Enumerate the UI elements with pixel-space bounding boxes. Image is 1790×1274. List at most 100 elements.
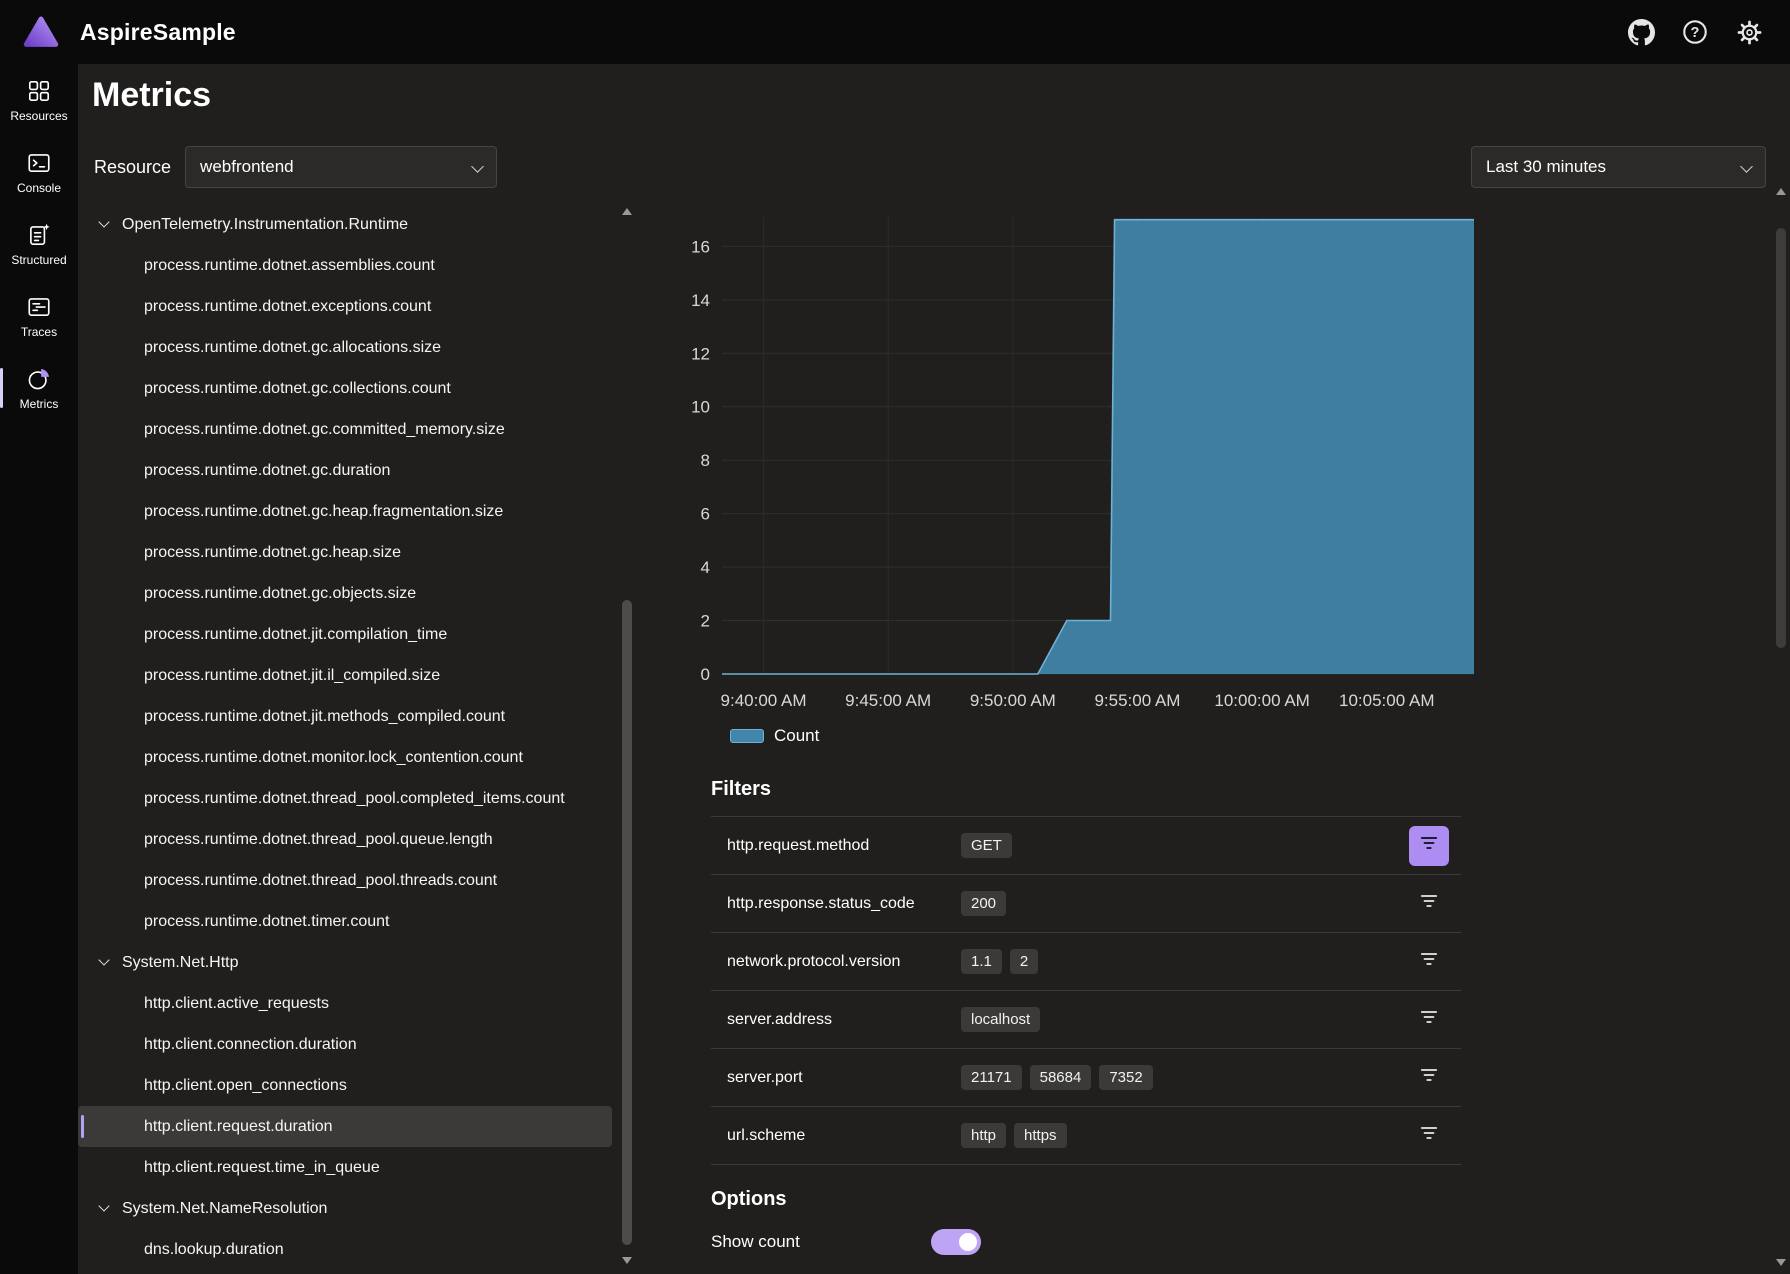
sidebar-item-traces[interactable]: Traces (0, 280, 78, 352)
metrics-tree: OpenTelemetry.Instrumentation.Runtime pro… (78, 204, 612, 1274)
legend-label: Count (774, 726, 819, 746)
chevron-down-icon (98, 216, 109, 227)
scroll-up-arrow-icon[interactable] (622, 208, 632, 215)
filter-values: 200 (961, 891, 1409, 916)
svg-text:?: ? (1691, 25, 1700, 41)
svg-text:16: 16 (691, 237, 710, 256)
filter-button[interactable] (1409, 1000, 1449, 1040)
tree-item-process.runtime.dotnet.jit.compilation_time[interactable]: process.runtime.dotnet.jit.compilation_t… (78, 614, 612, 655)
tree-item-process.runtime.dotnet.gc.duration[interactable]: process.runtime.dotnet.gc.duration (78, 450, 612, 491)
filter-label: server.port (711, 1069, 961, 1087)
tree-item-label: process.runtime.dotnet.jit.compilation_t… (144, 626, 447, 644)
legend-swatch (730, 729, 764, 743)
tree-group-OpenTelemetry.Instrumentation.Runtime[interactable]: OpenTelemetry.Instrumentation.Runtime (78, 204, 612, 245)
filter-row-http.request.method: http.request.methodGET (711, 817, 1461, 875)
tree-item-label: process.runtime.dotnet.gc.objects.size (144, 585, 416, 603)
svg-text:14: 14 (691, 291, 710, 310)
filter-button[interactable] (1409, 1058, 1449, 1098)
tree-item-label: System.Net.Http (122, 954, 238, 972)
tree-item-process.runtime.dotnet.jit.il_compiled.size[interactable]: process.runtime.dotnet.jit.il_compiled.s… (78, 655, 612, 696)
tree-item-label: http.client.open_connections (144, 1077, 347, 1095)
scroll-up-arrow-icon[interactable] (1776, 188, 1786, 195)
tree-item-process.runtime.dotnet.thread_pool.threads.count[interactable]: process.runtime.dotnet.thread_pool.threa… (78, 860, 612, 901)
app-title: AspireSample (80, 19, 236, 46)
tree-group-System.Net.Http[interactable]: System.Net.Http (78, 942, 612, 983)
svg-text:0: 0 (701, 665, 710, 684)
tree-item-process.runtime.dotnet.gc.allocations.size[interactable]: process.runtime.dotnet.gc.allocations.si… (78, 327, 612, 368)
filter-button[interactable] (1409, 942, 1449, 982)
toggle-knob (959, 1233, 977, 1251)
tree-item-http.client.request.time_in_queue[interactable]: http.client.request.time_in_queue (78, 1147, 612, 1188)
help-icon[interactable]: ? (1674, 11, 1716, 53)
show-count-label: Show count (711, 1232, 931, 1252)
resources-icon (26, 78, 52, 104)
console-icon (26, 150, 52, 176)
tree-item-process.runtime.dotnet.timer.count[interactable]: process.runtime.dotnet.timer.count (78, 901, 612, 942)
sidebar: ResourcesConsoleStructured Traces Metrics (0, 64, 78, 1274)
structured-icon (26, 222, 52, 248)
tree-group-System.Net.NameResolution[interactable]: System.Net.NameResolution (78, 1188, 612, 1229)
page-scrollbar[interactable] (1772, 184, 1790, 1270)
tree-scrollbar-thumb[interactable] (622, 600, 632, 1245)
metrics-icon (26, 366, 52, 392)
sidebar-item-console[interactable]: Console (0, 136, 78, 208)
tree-item-process.runtime.dotnet.gc.heap.fragmentation.size[interactable]: process.runtime.dotnet.gc.heap.fragmenta… (78, 491, 612, 532)
show-count-row: Show count (711, 1224, 1131, 1260)
resource-select[interactable]: webfrontend (185, 146, 497, 188)
filter-button[interactable] (1409, 884, 1449, 924)
filter-values: GET (961, 833, 1409, 858)
tree-item-label: process.runtime.dotnet.thread_pool.queue… (144, 831, 493, 849)
tree-item-label: process.runtime.dotnet.exceptions.count (144, 298, 431, 316)
tree-item-http.client.active_requests[interactable]: http.client.active_requests (78, 983, 612, 1024)
tree-item-label: process.runtime.dotnet.jit.methods_compi… (144, 708, 505, 726)
tree-item-label: process.runtime.dotnet.gc.committed_memo… (144, 421, 505, 439)
scroll-down-arrow-icon[interactable] (1776, 1259, 1786, 1266)
svg-text:12: 12 (691, 344, 710, 363)
filter-value-badge: 21171 (961, 1065, 1022, 1090)
filter-value-badge: 2 (1010, 949, 1038, 974)
filter-row-server.address: server.addresslocalhost (711, 991, 1461, 1049)
filter-label: network.protocol.version (711, 953, 961, 971)
tree-item-process.runtime.dotnet.exceptions.count[interactable]: process.runtime.dotnet.exceptions.count (78, 286, 612, 327)
sidebar-item-resources[interactable]: Resources (0, 64, 78, 136)
tree-item-process.runtime.dotnet.thread_pool.completed_items.count[interactable]: process.runtime.dotnet.thread_pool.compl… (78, 778, 612, 819)
time-range-select[interactable]: Last 30 minutes (1471, 146, 1766, 188)
show-count-toggle[interactable] (931, 1229, 981, 1255)
svg-text:9:55:00 AM: 9:55:00 AM (1094, 691, 1180, 710)
tree-item-process.runtime.dotnet.monitor.lock_contention.count[interactable]: process.runtime.dotnet.monitor.lock_cont… (78, 737, 612, 778)
settings-icon[interactable] (1728, 11, 1770, 53)
resource-select-value: webfrontend (200, 157, 294, 177)
tree-scrollbar[interactable] (618, 204, 636, 1268)
tree-item-process.runtime.dotnet.gc.heap.size[interactable]: process.runtime.dotnet.gc.heap.size (78, 532, 612, 573)
tree-item-process.runtime.dotnet.gc.objects.size[interactable]: process.runtime.dotnet.gc.objects.size (78, 573, 612, 614)
tree-item-dns.lookup.duration[interactable]: dns.lookup.duration (78, 1229, 612, 1270)
filter-icon (1418, 948, 1440, 975)
sidebar-item-structured[interactable]: Structured (0, 208, 78, 280)
sidebar-item-label: Traces (21, 325, 57, 339)
tree-item-http.client.connection.duration[interactable]: http.client.connection.duration (78, 1024, 612, 1065)
svg-text:10:05:00 AM: 10:05:00 AM (1339, 691, 1434, 710)
tree-item-process.runtime.dotnet.jit.methods_compiled.count[interactable]: process.runtime.dotnet.jit.methods_compi… (78, 696, 612, 737)
page-title: Metrics (92, 76, 211, 115)
options-title: Options (711, 1188, 787, 1211)
tree-item-label: process.runtime.dotnet.assemblies.count (144, 257, 435, 275)
tree-item-process.runtime.dotnet.assemblies.count[interactable]: process.runtime.dotnet.assemblies.count (78, 245, 612, 286)
filter-values: localhost (961, 1007, 1409, 1032)
sidebar-item-metrics[interactable]: Metrics (0, 352, 78, 424)
scroll-down-arrow-icon[interactable] (622, 1257, 632, 1264)
filter-button[interactable] (1409, 1116, 1449, 1156)
tree-item-process.runtime.dotnet.gc.committed_memory.size[interactable]: process.runtime.dotnet.gc.committed_memo… (78, 409, 612, 450)
tree-item-http.client.open_connections[interactable]: http.client.open_connections (78, 1065, 612, 1106)
filter-values: httphttps (961, 1123, 1409, 1148)
tree-item-label: process.runtime.dotnet.thread_pool.compl… (144, 790, 565, 808)
tree-item-process.runtime.dotnet.thread_pool.queue.length[interactable]: process.runtime.dotnet.thread_pool.queue… (78, 819, 612, 860)
svg-text:8: 8 (701, 451, 710, 470)
filter-button[interactable] (1409, 826, 1449, 866)
tree-item-http.client.request.duration[interactable]: http.client.request.duration (78, 1106, 612, 1147)
filter-value-badge: 200 (961, 891, 1006, 916)
tree-item-process.runtime.dotnet.gc.collections.count[interactable]: process.runtime.dotnet.gc.collections.co… (78, 368, 612, 409)
svg-text:9:45:00 AM: 9:45:00 AM (845, 691, 931, 710)
github-icon[interactable] (1620, 11, 1662, 53)
filter-row-url.scheme: url.schemehttphttps (711, 1107, 1461, 1165)
page-scrollbar-thumb[interactable] (1776, 228, 1786, 648)
